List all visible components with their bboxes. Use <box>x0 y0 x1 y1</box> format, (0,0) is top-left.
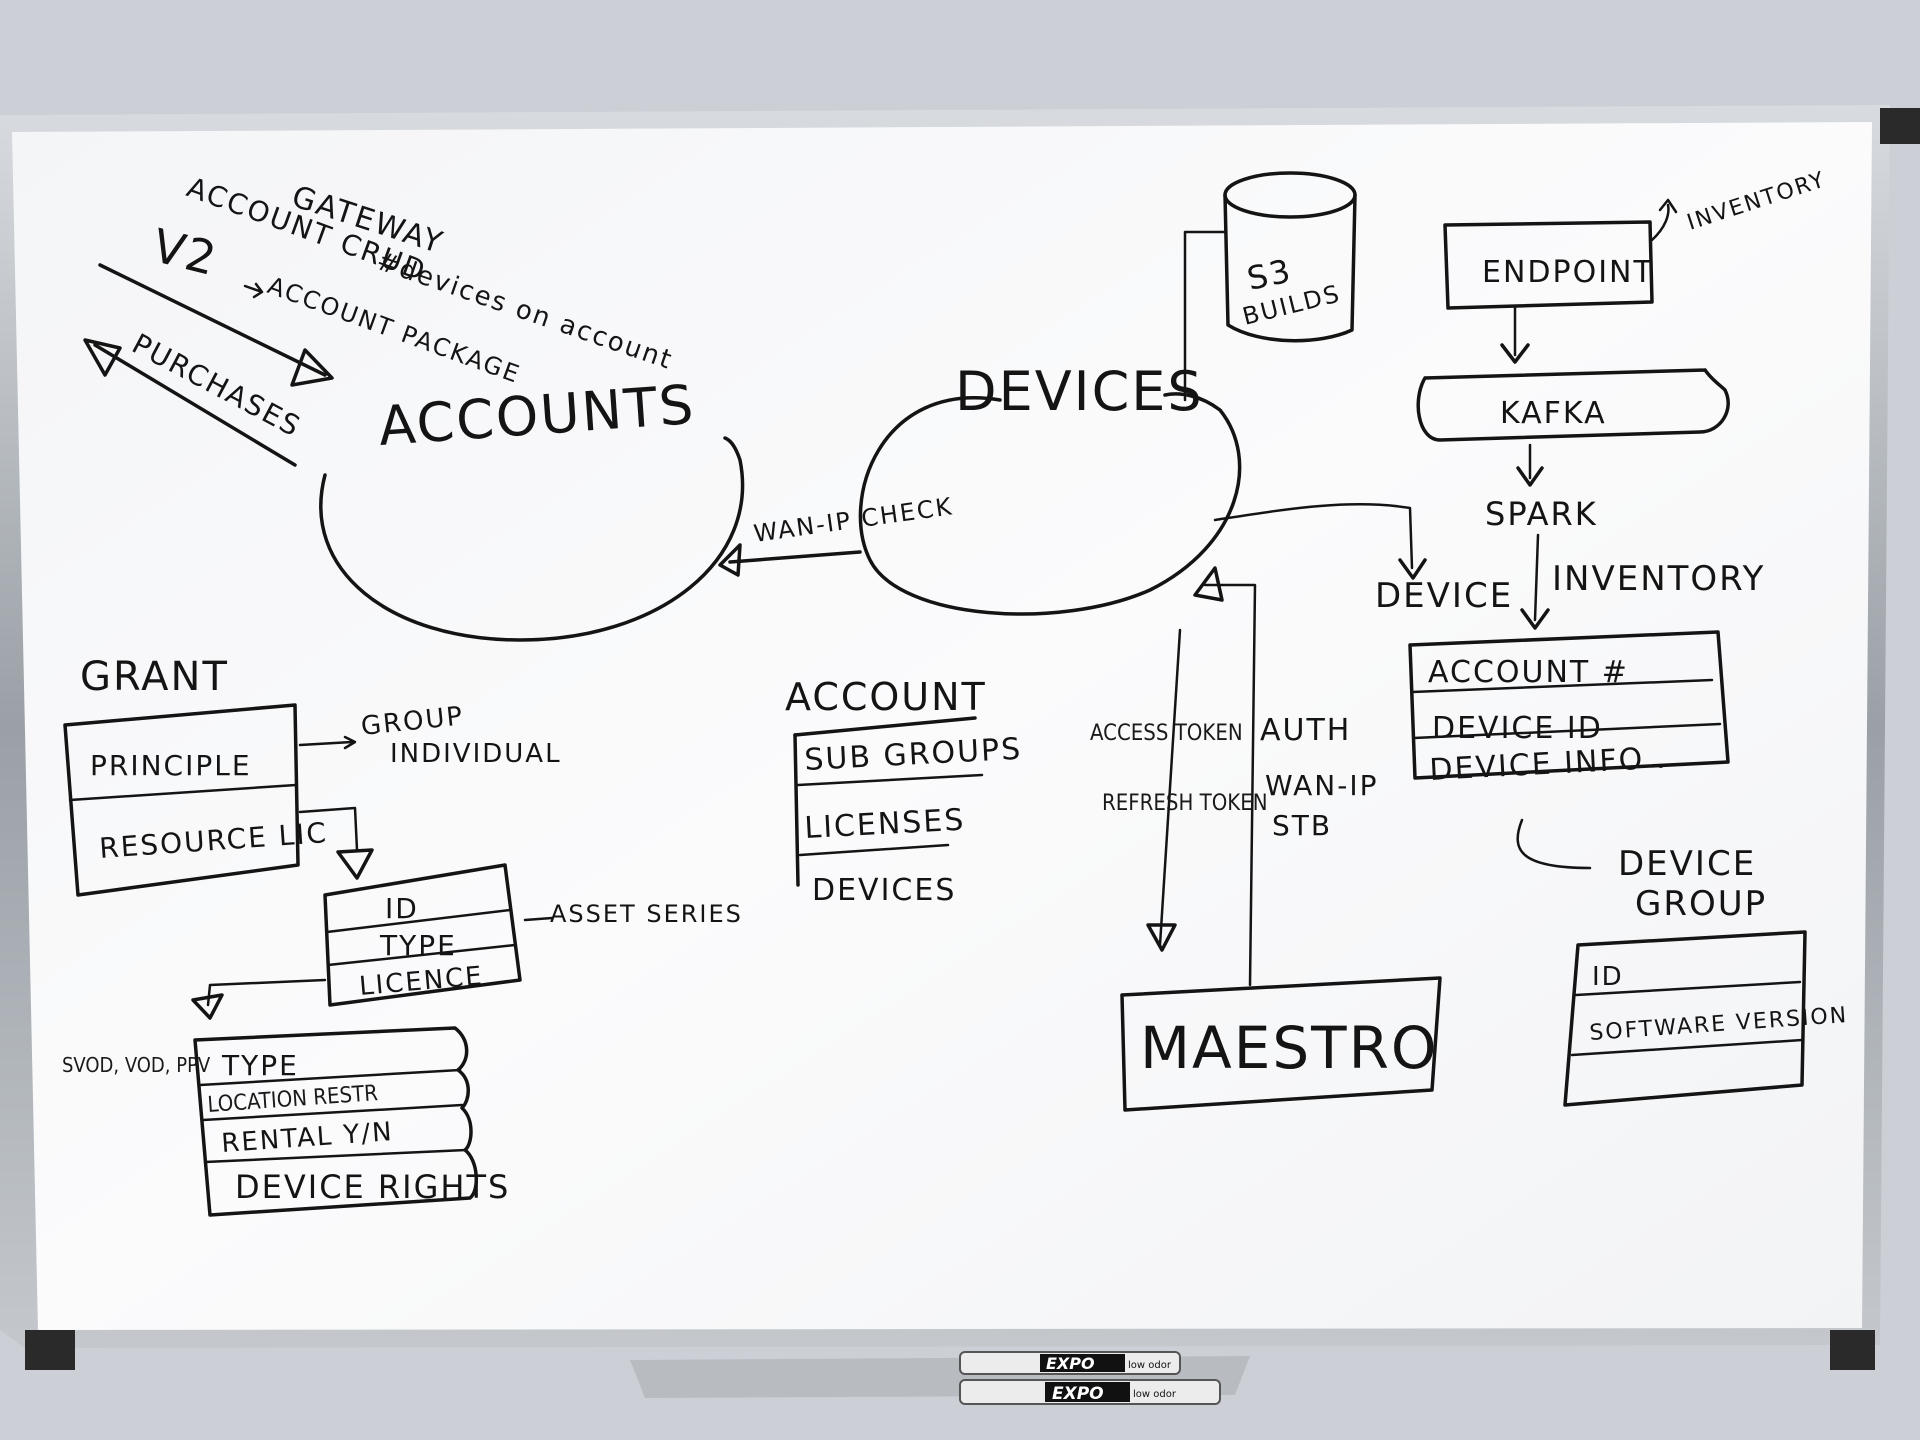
refresh-token-label: REFRESH TOKEN <box>1102 791 1268 816</box>
whiteboard-photo: EXPO low odor EXPO low odor GATEWAY ACCO… <box>0 0 1920 1440</box>
marker-brand: EXPO <box>1046 1354 1095 1373</box>
devices-label: DEVICES <box>955 360 1204 423</box>
table-row: ID <box>385 892 419 925</box>
wan-ip-label: WAN-IP <box>1265 769 1379 802</box>
marker-brand: EXPO <box>1052 1384 1104 1404</box>
endpoint-label: ENDPOINT <box>1482 255 1654 290</box>
auth-label: AUTH <box>1260 713 1351 748</box>
marker-tag: low odor <box>1133 1389 1177 1400</box>
access-token-label: ACCESS TOKEN <box>1090 721 1243 746</box>
table-row: DEVICES <box>812 873 956 908</box>
inventory-title-label: INVENTORY <box>1552 559 1765 599</box>
spark-label: SPARK <box>1485 495 1598 533</box>
table-row: TYPE <box>379 929 457 962</box>
device-label: DEVICE <box>1375 576 1513 616</box>
account-table-title: ACCOUNT <box>785 675 987 719</box>
device-group-title: DEVICE <box>1618 844 1756 884</box>
device-group-title: GROUP <box>1635 884 1767 924</box>
frame-corner <box>1880 108 1920 144</box>
asset-series-label: ASSET SERIES <box>550 900 743 928</box>
table-row: ACCOUNT # <box>1428 655 1629 690</box>
frame-corner <box>1830 1330 1875 1370</box>
stb-label: STB <box>1272 809 1332 842</box>
grant-title: GRANT <box>80 654 229 700</box>
table-row: ID <box>1592 962 1624 992</box>
expo-marker: EXPO low odor <box>959 1379 1221 1405</box>
table-row: DEVICE ID <box>1432 711 1603 746</box>
individual-label: INDIVIDUAL <box>390 739 562 769</box>
marker-tag: low odor <box>1128 1360 1172 1371</box>
license-side-label: SVOD, VOD, PPV <box>62 1053 211 1077</box>
table-row: PRINCIPLE <box>90 749 252 782</box>
frame-corner <box>25 1330 75 1370</box>
expo-marker: EXPO low odor <box>959 1351 1181 1375</box>
table-row: TYPE <box>221 1049 299 1082</box>
kafka-label: KAFKA <box>1500 396 1607 431</box>
maestro-label: MAESTRO <box>1140 1014 1439 1082</box>
table-row: DEVICE RIGHTS <box>235 1168 510 1206</box>
